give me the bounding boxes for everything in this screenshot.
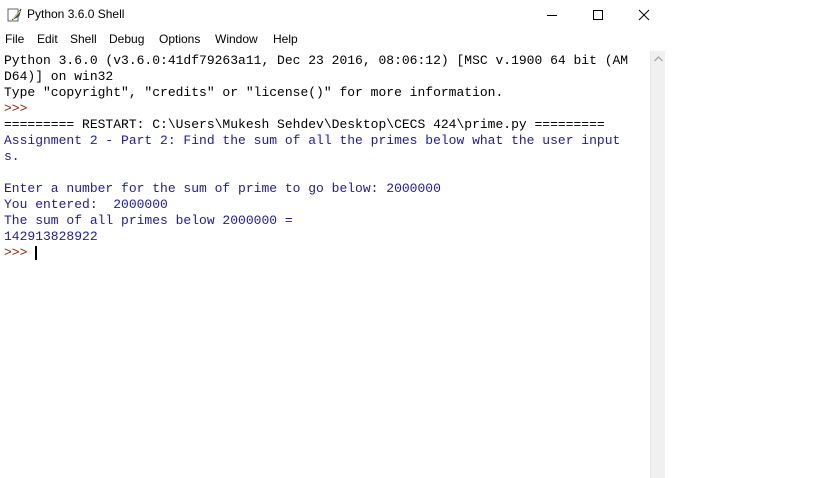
maximize-button[interactable] bbox=[575, 0, 621, 30]
chevron-up-icon bbox=[653, 55, 663, 61]
shell-line: Assignment 2 - Part 2: Find the sum of a… bbox=[4, 133, 621, 148]
menu-shell[interactable]: Shell bbox=[70, 32, 97, 46]
shell-line: Python 3.6.0 (v3.6.0:41df79263a11, Dec 2… bbox=[4, 53, 629, 68]
close-button[interactable] bbox=[621, 0, 667, 30]
shell-line: Type "copyright", "credits" or "license(… bbox=[4, 85, 504, 100]
shell-line: s. bbox=[4, 149, 20, 164]
maximize-icon bbox=[593, 10, 603, 20]
shell-line: The sum of all primes below 2000000 = bbox=[4, 213, 293, 228]
text-cursor bbox=[35, 246, 37, 260]
shell-text-area[interactable]: Python 3.6.0 (v3.6.0:41df79263a11, Dec 2… bbox=[0, 51, 650, 478]
shell-prompt: >>> bbox=[4, 101, 36, 116]
python-shell-window: Python 3.6.0 Shell File Edit Shell Debug… bbox=[0, 0, 665, 478]
menu-help[interactable]: Help bbox=[273, 32, 298, 46]
shell-prompt: >>> bbox=[4, 245, 36, 260]
minimize-button[interactable] bbox=[529, 0, 575, 30]
vertical-scrollbar[interactable] bbox=[650, 51, 665, 478]
shell-line: Enter a number for the sum of prime to g… bbox=[4, 181, 441, 196]
shell-line: 142913828922 bbox=[4, 229, 98, 244]
menu-file[interactable]: File bbox=[5, 32, 24, 46]
menu-window[interactable]: Window bbox=[215, 32, 258, 46]
title-bar[interactable]: Python 3.6.0 Shell bbox=[0, 0, 665, 30]
menu-options[interactable]: Options bbox=[159, 32, 200, 46]
scroll-up-button[interactable] bbox=[651, 51, 665, 66]
menu-edit[interactable]: Edit bbox=[37, 32, 58, 46]
close-icon bbox=[638, 9, 650, 21]
python-feather-icon bbox=[7, 7, 23, 23]
menu-bar: File Edit Shell Debug Options Window Hel… bbox=[0, 30, 665, 50]
window-title: Python 3.6.0 Shell bbox=[27, 7, 125, 21]
minimize-icon bbox=[547, 15, 557, 16]
shell-line: D64)] on win32 bbox=[4, 69, 114, 84]
restart-banner: ========= RESTART: C:\Users\Mukesh Sehde… bbox=[4, 117, 605, 132]
menu-debug[interactable]: Debug bbox=[109, 32, 144, 46]
shell-line: You entered: 2000000 bbox=[4, 197, 168, 212]
